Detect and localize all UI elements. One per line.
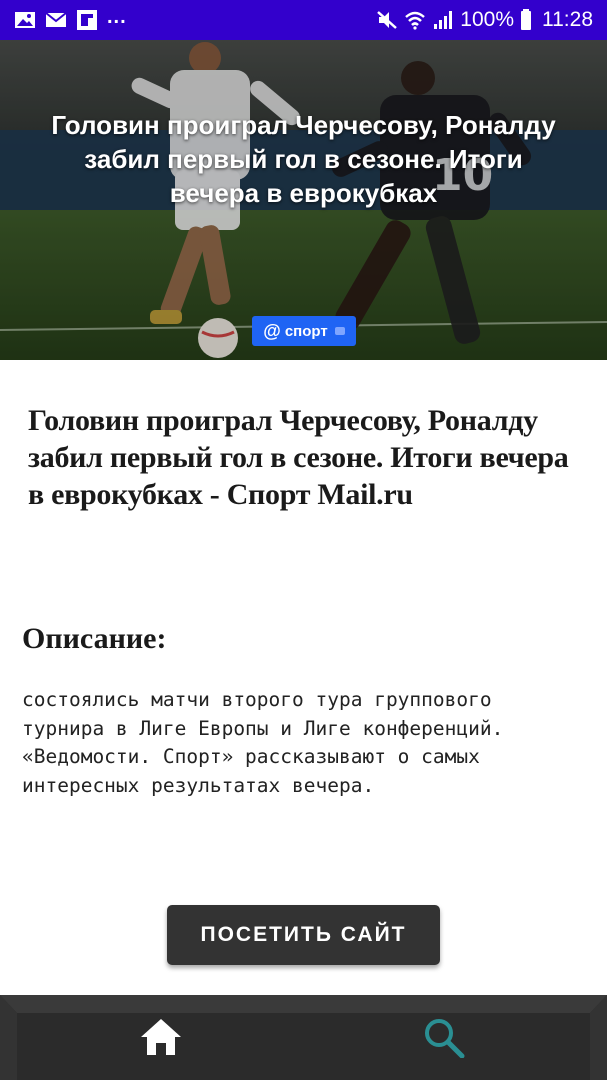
mute-icon [377, 11, 398, 29]
description-heading: Описание: [22, 622, 167, 655]
bottom-navigation [0, 995, 607, 1080]
battery-icon [521, 9, 531, 30]
badge-mini-icon [334, 327, 345, 335]
more-notifications: ... [107, 5, 127, 28]
hero-image: 10 Головин проиграл Черчесову, Роналду з… [0, 40, 607, 360]
battery-percent: 100% [460, 8, 514, 31]
search-icon [425, 1019, 465, 1058]
description-text: состоялись матчи второго тура группового… [22, 688, 504, 797]
sport-mail-badge: @ спорт [252, 316, 356, 346]
home-tab[interactable] [137, 1015, 185, 1059]
clock: 11:28 [542, 8, 593, 31]
status-bar: ... 100% 11:28 [0, 0, 607, 40]
hero-title: Головин проиграл Черчесову, Роналду заби… [51, 110, 556, 208]
mail-icon [45, 12, 67, 27]
gallery-icon [15, 12, 35, 28]
visit-site-button[interactable]: ПОСЕТИТЬ САЙТ [167, 905, 440, 965]
system-icons: 100% 11:28 [376, 8, 593, 32]
home-icon [141, 1019, 181, 1055]
nav-bevel [0, 995, 607, 1080]
notification-icons: ... [14, 6, 127, 30]
badge-label: спорт [284, 322, 328, 340]
signal-icon [434, 11, 453, 29]
at-symbol: @ [263, 320, 281, 341]
article-title: Головин проиграл Черчесову, Роналду заби… [28, 404, 569, 511]
flipboard-icon [77, 10, 97, 30]
search-tab[interactable] [420, 1015, 468, 1059]
wifi-icon [405, 11, 426, 30]
